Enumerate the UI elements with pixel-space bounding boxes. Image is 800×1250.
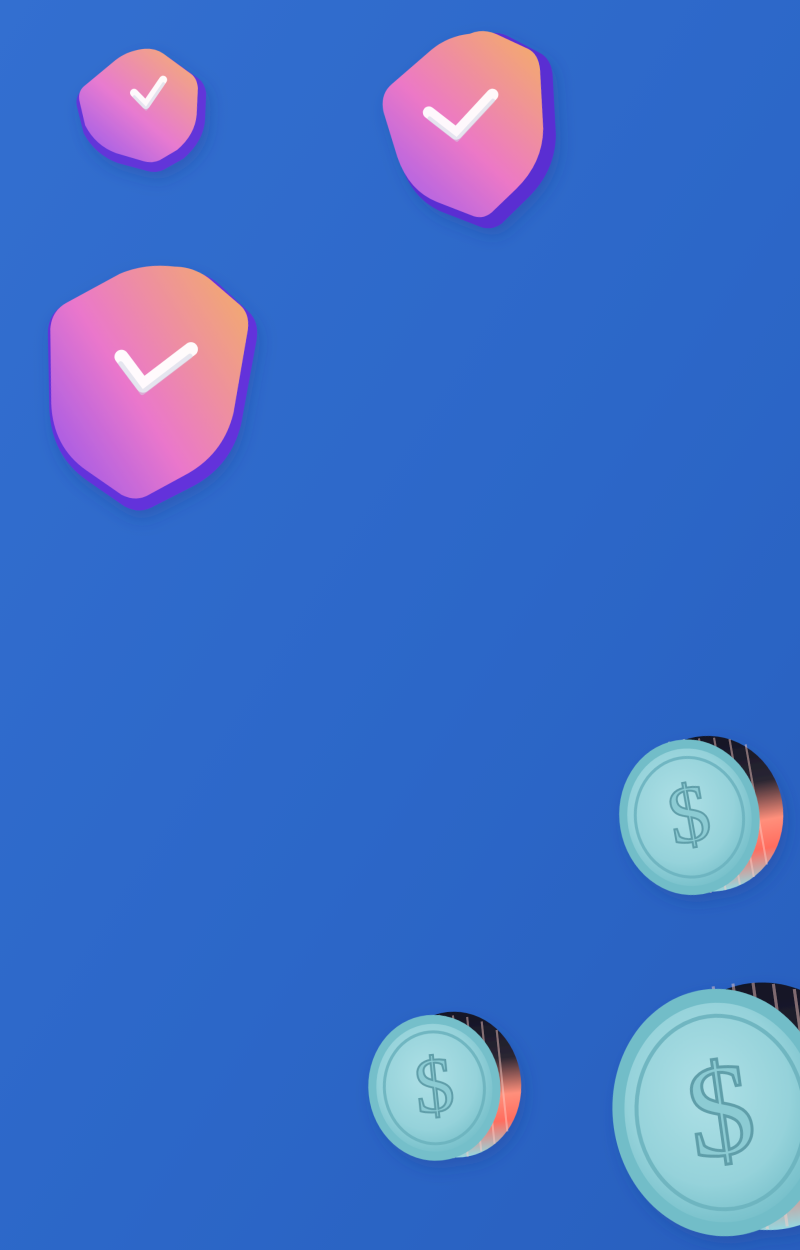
background-illustration: $ $ $ xyxy=(0,0,800,1250)
illustration-canvas: $ $ $ xyxy=(0,0,800,1250)
